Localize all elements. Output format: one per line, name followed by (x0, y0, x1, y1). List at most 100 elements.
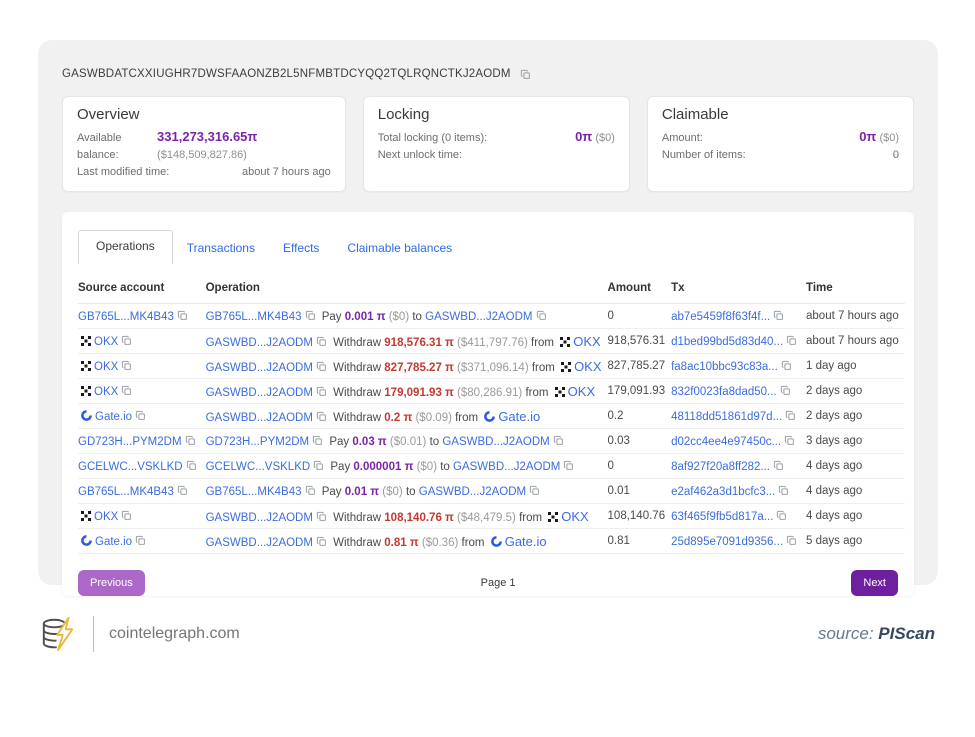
copy-icon[interactable] (177, 485, 188, 496)
operation-actor-link[interactable]: GASWBD...J2AODM (206, 412, 313, 424)
copy-icon[interactable] (776, 510, 787, 521)
copy-icon[interactable] (773, 310, 784, 321)
copy-icon[interactable] (316, 336, 327, 347)
copy-icon[interactable] (316, 386, 327, 397)
operation-usd-value: ($0) (413, 461, 440, 473)
table-row: Gate.ioGASWBD...J2AODM Withdraw 0.2 π ($… (78, 404, 905, 429)
source-account-link[interactable]: GB765L...MK4B43 (78, 311, 174, 323)
next-button[interactable]: Next (851, 570, 898, 596)
locking-title: Locking (378, 106, 615, 123)
tab-effects[interactable]: Effects (269, 233, 333, 264)
exchange-link[interactable]: Gate.io (95, 536, 132, 548)
copy-icon[interactable] (785, 410, 796, 421)
operation-actor-link[interactable]: GCELWC...VSKLKD (206, 461, 311, 473)
source-account-link[interactable]: GCELWC...VSKLKD (78, 461, 183, 473)
copy-icon[interactable] (121, 360, 132, 371)
tab-claimable-balances[interactable]: Claimable balances (333, 233, 466, 264)
tx-hash-link[interactable]: 832f0023fa8dad50... (671, 386, 777, 398)
overview-title: Overview (77, 106, 331, 123)
tab-operations[interactable]: Operations (78, 230, 173, 264)
okx-icon (555, 387, 565, 397)
tab-transactions[interactable]: Transactions (173, 233, 269, 264)
operation-actor-link[interactable]: GASWBD...J2AODM (206, 537, 313, 549)
operation-amount: 108,140.76 π (384, 512, 454, 524)
copy-icon[interactable] (784, 435, 795, 446)
copy-icon[interactable] (553, 435, 564, 446)
amount-cell: 0.01 (608, 479, 672, 504)
copy-icon[interactable] (121, 510, 132, 521)
tx-hash-link[interactable]: e2af462a3d1bcfc3... (671, 486, 775, 498)
copy-icon[interactable] (778, 485, 789, 496)
copy-icon[interactable] (781, 360, 792, 371)
copy-icon[interactable] (135, 410, 146, 421)
tx-cell: ab7e5459f8f63f4f... (671, 304, 806, 329)
copy-icon[interactable] (786, 535, 797, 546)
tx-hash-link[interactable]: ab7e5459f8f63f4f... (671, 311, 770, 323)
copy-icon[interactable] (520, 69, 531, 80)
tx-hash-link[interactable]: 25d895e7091d9356... (671, 536, 783, 548)
copy-icon[interactable] (316, 511, 327, 522)
previous-button[interactable]: Previous (78, 570, 145, 596)
tx-hash-link[interactable]: d02cc4ee4e97450c... (671, 436, 781, 448)
copy-icon[interactable] (305, 310, 316, 321)
copy-icon[interactable] (773, 460, 784, 471)
exchange-link[interactable]: OKX (568, 384, 595, 399)
operation-actor-link[interactable]: GASWBD...J2AODM (206, 337, 313, 349)
copy-icon[interactable] (186, 460, 197, 471)
tx-hash-link[interactable]: d1bed99bd5d83d40... (671, 336, 783, 348)
copy-icon[interactable] (316, 536, 327, 547)
tx-hash-link[interactable]: 63f465f9fb5d817a... (671, 511, 773, 523)
copy-icon[interactable] (536, 310, 547, 321)
operation-actor-link[interactable]: GB765L...MK4B43 (206, 486, 302, 498)
source-account-link[interactable]: GD723H...PYM2DM (78, 436, 182, 448)
operation-target-link[interactable]: GASWBD...J2AODM (425, 311, 532, 323)
source-account-cell: GB765L...MK4B43 (78, 304, 206, 329)
copy-icon[interactable] (529, 485, 540, 496)
exchange-link[interactable]: Gate.io (95, 411, 132, 423)
source-account-link[interactable]: GB765L...MK4B43 (78, 486, 174, 498)
source-account-cell: OKX (78, 379, 206, 404)
operation-actor-link[interactable]: GD723H...PYM2DM (206, 436, 310, 448)
copy-icon[interactable] (316, 361, 327, 372)
copy-icon[interactable] (786, 335, 797, 346)
copy-icon[interactable] (316, 411, 327, 422)
operation-target-link[interactable]: GASWBD...J2AODM (453, 461, 560, 473)
copy-icon[interactable] (305, 485, 316, 496)
copy-icon[interactable] (121, 335, 132, 346)
exchange-link[interactable]: OKX (574, 359, 601, 374)
amount-cell: 0 (608, 454, 672, 479)
copy-icon[interactable] (185, 435, 196, 446)
copy-icon[interactable] (177, 310, 188, 321)
operation-usd-value: ($0) (386, 311, 413, 323)
operation-target-link[interactable]: GASWBD...J2AODM (419, 486, 526, 498)
exchange-link[interactable]: OKX (94, 386, 118, 398)
exchange-link[interactable]: OKX (94, 361, 118, 373)
tx-cell: e2af462a3d1bcfc3... (671, 479, 806, 504)
exchange-link[interactable]: Gate.io (505, 534, 547, 549)
source-account-cell: Gate.io (78, 404, 206, 429)
tx-hash-link[interactable]: 8af927f20a8ff282... (671, 461, 770, 473)
cointelegraph-logo-icon (40, 615, 78, 653)
claimable-items-label: Number of items: (662, 147, 746, 164)
tx-hash-link[interactable]: 48118dd51861d97d... (671, 411, 782, 423)
operation-actor-link[interactable]: GASWBD...J2AODM (206, 362, 313, 374)
exchange-link[interactable]: OKX (561, 509, 588, 524)
exchange-link[interactable]: OKX (94, 336, 118, 348)
exchange-link[interactable]: OKX (573, 334, 600, 349)
exchange-link[interactable]: Gate.io (498, 409, 540, 424)
source-attribution: source: PIScan (818, 624, 935, 644)
copy-icon[interactable] (313, 460, 324, 471)
source-account-cell: OKX (78, 354, 206, 379)
operation-actor-link[interactable]: GB765L...MK4B43 (206, 311, 302, 323)
copy-icon[interactable] (121, 385, 132, 396)
copy-icon[interactable] (780, 385, 791, 396)
copy-icon[interactable] (563, 460, 574, 471)
tx-hash-link[interactable]: fa8ac10bbc93c83a... (671, 361, 778, 373)
operation-actor-link[interactable]: GASWBD...J2AODM (206, 387, 313, 399)
operation-target-link[interactable]: GASWBD...J2AODM (442, 436, 549, 448)
operations-card: Operations Transactions Effects Claimabl… (62, 212, 914, 596)
copy-icon[interactable] (312, 435, 323, 446)
exchange-link[interactable]: OKX (94, 511, 118, 523)
operation-actor-link[interactable]: GASWBD...J2AODM (206, 512, 313, 524)
copy-icon[interactable] (135, 535, 146, 546)
